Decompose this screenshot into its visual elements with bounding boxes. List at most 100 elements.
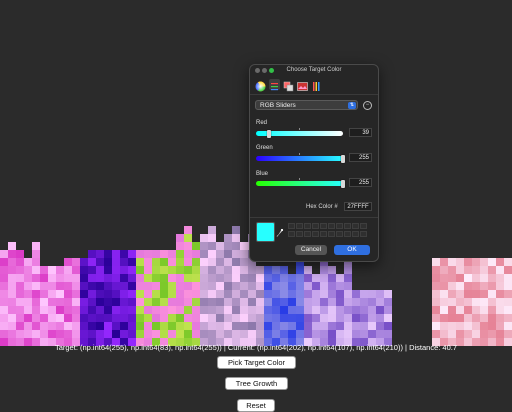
- red-slider-thumb[interactable]: [267, 130, 272, 138]
- color-well[interactable]: [344, 223, 351, 229]
- palettes-icon[interactable]: [283, 79, 294, 92]
- mosaic-pixel: [16, 330, 24, 338]
- reset-button[interactable]: Reset: [237, 399, 275, 412]
- blue-value-field[interactable]: 255: [349, 178, 372, 187]
- mosaic-pixel: [56, 266, 64, 274]
- mosaic-pixel: [72, 306, 80, 314]
- mosaic-pixel: [160, 330, 168, 338]
- color-well[interactable]: [352, 231, 359, 237]
- color-wheel-icon[interactable]: [255, 79, 266, 92]
- mosaic-pixel: [352, 314, 360, 322]
- green-slider[interactable]: [256, 153, 345, 163]
- color-well[interactable]: [336, 223, 343, 229]
- mosaic-pixel: [96, 322, 104, 330]
- mosaic-pixel: [136, 266, 144, 274]
- mosaic-pixel: [232, 330, 240, 338]
- color-well[interactable]: [320, 231, 327, 237]
- red-value-field[interactable]: 39: [349, 128, 372, 137]
- color-well[interactable]: [312, 223, 319, 229]
- mosaic-pixel: [240, 314, 248, 322]
- color-well[interactable]: [304, 223, 311, 229]
- pick-target-color-button[interactable]: Pick Target Color: [217, 356, 296, 369]
- color-well[interactable]: [360, 223, 367, 229]
- color-well[interactable]: [344, 231, 351, 237]
- mosaic-pixel: [376, 322, 384, 330]
- mosaic-pixel: [120, 314, 128, 322]
- mosaic-pixel: [296, 274, 304, 282]
- hex-color-field[interactable]: 27FFFF: [344, 202, 372, 211]
- mosaic-pixel: [72, 298, 80, 306]
- mosaic-pixel: [136, 298, 144, 306]
- mosaic-pixel: [448, 298, 456, 306]
- tree-growth-button[interactable]: Tree Growth: [225, 377, 288, 390]
- mosaic-pixel: [192, 330, 200, 338]
- color-well[interactable]: [320, 223, 327, 229]
- mosaic-pixel: [120, 298, 128, 306]
- mosaic-pixel: [272, 266, 280, 274]
- color-well[interactable]: [352, 223, 359, 229]
- green-value-field[interactable]: 255: [349, 153, 372, 162]
- mosaic-pixel: [240, 258, 248, 266]
- eyedropper-icon[interactable]: [276, 225, 284, 237]
- blue-slider[interactable]: [256, 178, 345, 188]
- mosaic-pixel: [112, 258, 120, 266]
- mosaic-pixel: [88, 266, 96, 274]
- mosaic-pixel: [168, 250, 176, 258]
- mosaic-pixel: [288, 330, 296, 338]
- mosaic-pixel: [384, 322, 392, 330]
- mosaic-pixel: [56, 314, 64, 322]
- sliders-icon[interactable]: [269, 79, 280, 91]
- mosaic-pixel: [304, 298, 312, 306]
- mosaic-pixel: [64, 282, 72, 290]
- mosaic-pixel: [192, 250, 200, 258]
- blue-slider-thumb[interactable]: [341, 180, 345, 188]
- mosaic-pixel: [8, 282, 16, 290]
- current-color-swatch[interactable]: [256, 222, 275, 242]
- mosaic-pixel: [504, 306, 512, 314]
- mosaic-pixel: [184, 330, 192, 338]
- mosaic-pixel: [296, 298, 304, 306]
- mosaic-pixel: [72, 258, 80, 266]
- mosaic-pixel: [480, 314, 488, 322]
- color-well[interactable]: [312, 231, 319, 237]
- mosaic-pixel: [136, 250, 144, 258]
- mosaic-pixel: [280, 298, 288, 306]
- mosaic-pixel: [328, 282, 336, 290]
- image-palettes-icon[interactable]: [297, 79, 308, 91]
- mosaic-pixel: [256, 322, 264, 330]
- mosaic-pixel: [256, 282, 264, 290]
- options-icon[interactable]: −: [363, 101, 372, 110]
- color-well[interactable]: [328, 223, 335, 229]
- mosaic-pixel: [192, 298, 200, 306]
- cancel-button[interactable]: Cancel: [295, 245, 327, 255]
- mosaic-pixel: [216, 274, 224, 282]
- mosaic-pixel: [24, 330, 32, 338]
- pencils-icon[interactable]: [311, 79, 322, 91]
- ok-button[interactable]: OK: [334, 245, 370, 255]
- mosaic-pixel: [24, 282, 32, 290]
- mode-select[interactable]: RGB Sliders ⇅: [255, 100, 358, 110]
- mosaic-pixel: [232, 282, 240, 290]
- mosaic-pixel: [168, 258, 176, 266]
- red-slider[interactable]: [256, 128, 343, 138]
- mosaic-pixel: [488, 258, 496, 266]
- color-well[interactable]: [336, 231, 343, 237]
- mosaic-pixel: [96, 258, 104, 266]
- mosaic-pixel: [152, 250, 160, 258]
- mosaic-pixel: [88, 250, 96, 258]
- mosaic-pixel: [504, 330, 512, 338]
- mosaic-pixel: [264, 282, 272, 290]
- mosaic-pixel: [32, 282, 40, 290]
- mosaic-pixel: [504, 290, 512, 298]
- color-well[interactable]: [304, 231, 311, 237]
- color-well[interactable]: [288, 223, 295, 229]
- color-well[interactable]: [288, 231, 295, 237]
- mosaic-pixel: [336, 298, 344, 306]
- color-well[interactable]: [296, 231, 303, 237]
- color-well[interactable]: [360, 231, 367, 237]
- mosaic-pixel: [176, 314, 184, 322]
- mosaic-pixel: [80, 298, 88, 306]
- color-well[interactable]: [296, 223, 303, 229]
- color-well[interactable]: [328, 231, 335, 237]
- green-slider-thumb[interactable]: [341, 155, 345, 163]
